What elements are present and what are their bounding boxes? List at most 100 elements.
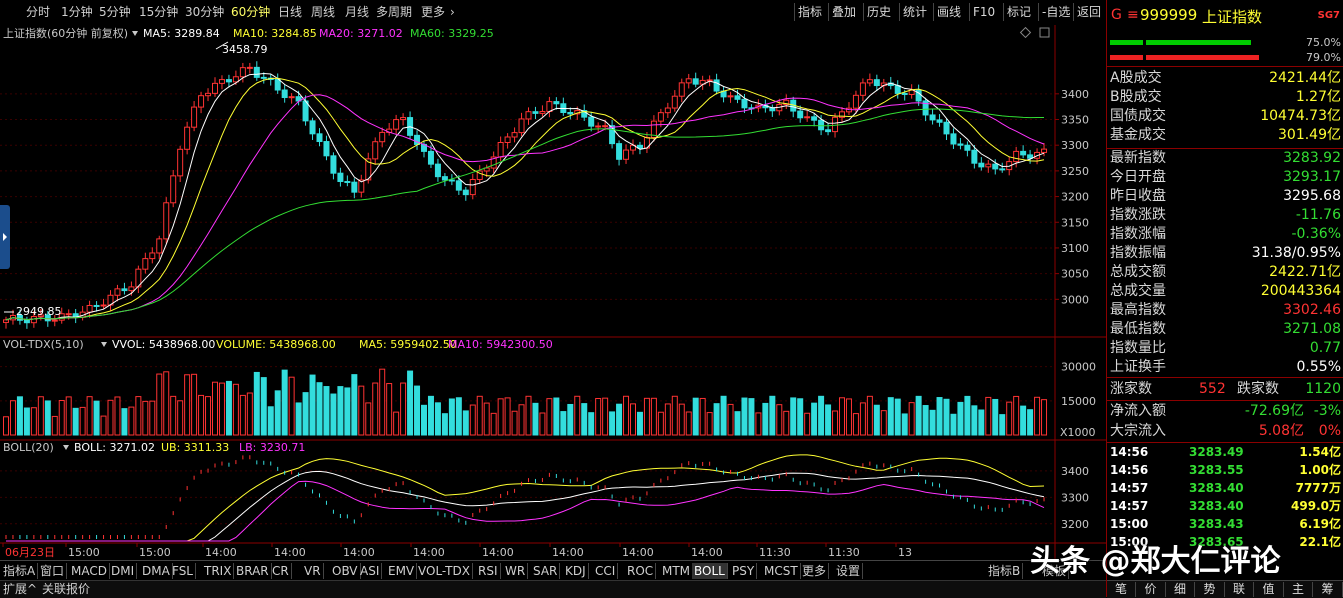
quote-panel: G ≡ 999999 上证指数 SG7 75.0% 79.0% A股成交 2421… bbox=[1106, 0, 1343, 598]
ma-legend-1: MA10: 3284.85 bbox=[233, 27, 317, 40]
volume-bar bbox=[100, 415, 107, 436]
period-tab-7[interactable]: 周线 bbox=[311, 4, 335, 21]
indicator-tab-5[interactable]: FSL bbox=[170, 563, 196, 579]
panel-tab-4[interactable]: 联 bbox=[1225, 582, 1254, 597]
indicator-tab-9[interactable]: VR bbox=[302, 563, 324, 579]
tool-button-3[interactable]: 统计 bbox=[899, 3, 930, 21]
indicator-tab-0[interactable]: 指标A bbox=[1, 563, 39, 579]
quote-label: 总成交额 bbox=[1110, 264, 1166, 280]
panel-tab-0[interactable]: 笔 bbox=[1107, 582, 1136, 597]
candle-body bbox=[811, 116, 818, 121]
period-tab-10[interactable]: 更多 bbox=[421, 4, 445, 21]
indicator-tab-3[interactable]: DMI bbox=[109, 563, 138, 579]
indicator-tab-8[interactable]: CR bbox=[270, 563, 292, 579]
expand-button[interactable]: 扩展^ bbox=[3, 582, 37, 597]
indicator-tab-19[interactable]: ROC bbox=[625, 563, 657, 579]
candle-body bbox=[518, 118, 525, 134]
candle-body bbox=[246, 66, 253, 69]
period-tab-9[interactable]: 多周期 bbox=[376, 4, 412, 21]
period-tab-2[interactable]: 5分钟 bbox=[99, 4, 131, 21]
volume-bar bbox=[616, 403, 623, 436]
candle-body bbox=[128, 286, 135, 292]
candle-body bbox=[198, 95, 205, 108]
candle-body bbox=[929, 114, 936, 121]
tool-button-5[interactable]: F10 bbox=[969, 3, 998, 21]
volume-bar bbox=[581, 403, 588, 436]
indicator-tab-4[interactable]: DMA bbox=[140, 563, 173, 579]
tick-volume: 499.0万 bbox=[1291, 499, 1341, 513]
expand-handle[interactable] bbox=[0, 205, 10, 269]
tool-button-4[interactable]: 画线 bbox=[933, 3, 964, 21]
period-tab-8[interactable]: 月线 bbox=[345, 4, 369, 21]
period-tab-5[interactable]: 60分钟 bbox=[231, 4, 270, 21]
period-tab-4[interactable]: 30分钟 bbox=[185, 4, 224, 21]
volume-bar bbox=[797, 398, 804, 436]
panel-tab-bar: 笔价细势联值主筹 bbox=[1107, 580, 1343, 598]
chevron-right-icon[interactable]: › bbox=[450, 4, 455, 21]
netflow-value: -72.69亿 bbox=[1244, 403, 1304, 419]
quote-label: 昨日收盘 bbox=[1110, 188, 1166, 204]
boll-legend-1: UB: 3311.33 bbox=[161, 441, 229, 454]
volume-bar bbox=[107, 399, 114, 436]
indicator-tab-11[interactable]: ASI bbox=[358, 563, 383, 579]
tool-button-0[interactable]: 指标 bbox=[794, 3, 825, 21]
candle-body bbox=[985, 163, 992, 168]
period-tab-1[interactable]: 1分钟 bbox=[61, 4, 93, 21]
right-tab-0[interactable]: 指标B bbox=[986, 563, 1024, 579]
candle-body bbox=[1041, 148, 1048, 153]
indicator-tab-23[interactable]: MCST bbox=[762, 563, 801, 579]
period-tab-3[interactable]: 15分钟 bbox=[139, 4, 178, 21]
indicator-tab-6[interactable]: TRIX bbox=[202, 563, 235, 579]
indicator-tab-18[interactable]: CCI bbox=[593, 563, 619, 579]
candle-body bbox=[999, 168, 1006, 171]
quote-value: 0.55% bbox=[1296, 359, 1341, 375]
tool-button-1[interactable]: 叠加 bbox=[828, 3, 859, 21]
tool-button-6[interactable]: 标记 bbox=[1003, 3, 1034, 21]
tool-button-2[interactable]: 历史 bbox=[863, 3, 894, 21]
panel-tab-6[interactable]: 主 bbox=[1284, 582, 1313, 597]
indicator-tab-14[interactable]: RSI bbox=[476, 563, 501, 579]
volume-bar bbox=[121, 408, 128, 436]
boll-title: BOLL(20) bbox=[3, 441, 54, 454]
indicator-tab-7[interactable]: BRAR bbox=[234, 563, 272, 579]
panel-tab-3[interactable]: 势 bbox=[1196, 582, 1225, 597]
indicator-tab-1[interactable]: 窗口 bbox=[38, 563, 68, 579]
indicator-tab-10[interactable]: OBV bbox=[330, 563, 361, 579]
vol-title: VOL-TDX(5,10) bbox=[3, 338, 84, 351]
indicator-tab-24[interactable]: 更多 bbox=[800, 563, 830, 579]
candle-body bbox=[274, 79, 281, 91]
volume-bar bbox=[845, 398, 852, 436]
panel-tab-5[interactable]: 值 bbox=[1255, 582, 1284, 597]
tool-button-8[interactable]: 返回 bbox=[1073, 3, 1104, 21]
indicator-tab-16[interactable]: SAR bbox=[531, 563, 561, 579]
volume-bar bbox=[288, 376, 295, 436]
indicator-tab-21[interactable]: BOLL bbox=[692, 563, 728, 579]
indicator-tab-12[interactable]: EMV bbox=[386, 563, 418, 579]
panel-tab-2[interactable]: 细 bbox=[1166, 582, 1195, 597]
indicator-tab-20[interactable]: MTM bbox=[660, 563, 694, 579]
quote-value: 2422.71亿 bbox=[1269, 264, 1341, 280]
indicator-tab-2[interactable]: MACD bbox=[69, 563, 110, 579]
volume-bar bbox=[72, 407, 79, 436]
indicator-tab-22[interactable]: PSY bbox=[730, 563, 758, 579]
panel-tab-1[interactable]: 价 bbox=[1137, 582, 1166, 597]
menu-icon[interactable]: ≡ bbox=[1127, 7, 1139, 23]
panel-tab-7[interactable]: 筹 bbox=[1314, 582, 1343, 597]
quote-row: 今日开盘 3293.17 bbox=[1107, 168, 1343, 187]
candle-body bbox=[901, 92, 908, 95]
tool-button-7[interactable]: -自选 bbox=[1038, 3, 1073, 21]
period-tab-6[interactable]: 日线 bbox=[278, 4, 302, 21]
related-quotes-button[interactable]: 关联报价 bbox=[42, 582, 90, 597]
volume-bar bbox=[915, 395, 922, 436]
indicator-tab-25[interactable]: 设置 bbox=[834, 563, 864, 579]
candle-body bbox=[330, 155, 337, 174]
block-label: 大宗流入 bbox=[1110, 423, 1166, 439]
indicator-tab-13[interactable]: VOL-TDX bbox=[416, 563, 473, 579]
indicator-tab-15[interactable]: WR bbox=[503, 563, 529, 579]
period-tab-0[interactable]: 分时 bbox=[26, 4, 50, 21]
kline-chart[interactable]: 3400 3350 3300 3250 3200 3150 3100 3050 3000 3458… bbox=[0, 25, 1106, 573]
volume-bar bbox=[950, 413, 957, 436]
candle-body bbox=[177, 148, 184, 177]
indicator-tab-17[interactable]: KDJ bbox=[563, 563, 589, 579]
strength-bar-red-1 bbox=[1110, 55, 1143, 60]
